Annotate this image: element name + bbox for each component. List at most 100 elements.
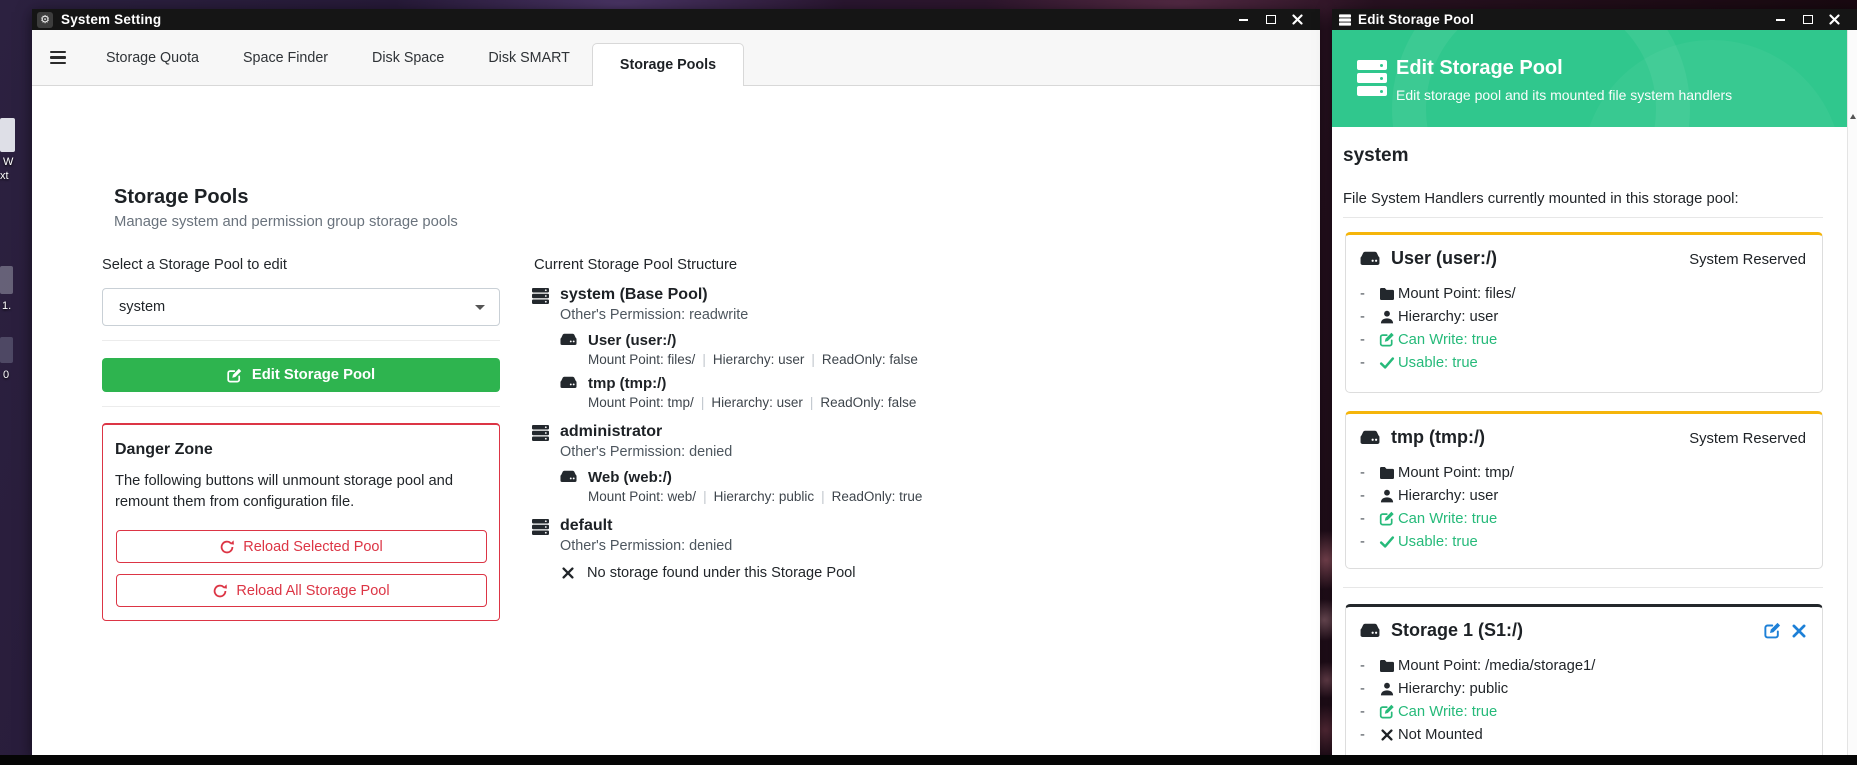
tab-storage-pools[interactable]: Storage Pools xyxy=(592,43,744,86)
taskbar[interactable] xyxy=(0,755,1857,765)
handler-name: tmp (tmp:/) xyxy=(588,375,916,392)
minimize-button[interactable] xyxy=(1767,9,1794,30)
reload-all-storage-pool-button[interactable]: Reload All Storage Pool xyxy=(116,574,487,607)
hdd-icon xyxy=(1360,430,1380,445)
can-write-row: -Can Write: true xyxy=(1360,331,1808,348)
handler-card-title: Storage 1 (S1:/) xyxy=(1391,620,1523,641)
pool-name: system (Base Pool) xyxy=(560,286,748,304)
maximize-icon xyxy=(1803,15,1813,24)
minimize-button[interactable] xyxy=(1230,9,1257,30)
tab-storage-quota[interactable]: Storage Quota xyxy=(84,30,221,85)
pool-item: system (Base Pool) Other's Permission: r… xyxy=(532,286,1152,410)
mount-point-row: -Mount Point: /media/storage1/ xyxy=(1360,657,1808,674)
storage-pools-page: Storage Pools Manage system and permissi… xyxy=(32,86,1320,756)
handler-card-user: User (user:/) System Reserved -Mount Poi… xyxy=(1345,232,1823,393)
reload-selected-pool-button[interactable]: Reload Selected Pool xyxy=(116,530,487,563)
window-controls xyxy=(1230,9,1320,30)
maximize-icon xyxy=(1266,15,1276,24)
system-reserved-badge: System Reserved xyxy=(1689,252,1806,268)
hierarchy-row: -Hierarchy: user xyxy=(1360,308,1808,325)
banner-title: Edit Storage Pool xyxy=(1396,57,1563,80)
mount-point-row: -Mount Point: tmp/ xyxy=(1360,464,1808,481)
pool-name-heading: system xyxy=(1343,145,1409,167)
edit-handler-icon[interactable] xyxy=(1764,622,1781,639)
window-title: System Setting xyxy=(61,12,161,27)
pool-name: default xyxy=(560,517,732,535)
divider xyxy=(1343,217,1823,218)
handler-details: Mount Point: files/|Hierarchy: user|Read… xyxy=(588,352,918,367)
edit-storage-pool-button[interactable]: Edit Storage Pool xyxy=(102,358,500,392)
hierarchy-row: -Hierarchy: public xyxy=(1360,680,1808,697)
handler-item: User (user:/) Mount Point: files/|Hierar… xyxy=(560,332,1152,367)
person-icon xyxy=(1376,310,1398,324)
desktop-icon-label: 1. xyxy=(2,300,11,312)
empty-pool-message: No storage found under this Storage Pool xyxy=(562,565,1152,581)
person-icon xyxy=(1376,489,1398,503)
handler-item: tmp (tmp:/) Mount Point: tmp/|Hierarchy:… xyxy=(560,375,1152,410)
minimize-icon xyxy=(1239,19,1248,21)
close-button[interactable] xyxy=(1821,9,1848,30)
server-icon xyxy=(532,425,549,441)
server-icon xyxy=(1339,14,1351,26)
x-icon xyxy=(562,567,574,579)
check-icon xyxy=(1376,357,1398,369)
edit-icon xyxy=(1376,511,1398,526)
scroll-up-icon xyxy=(1850,114,1856,119)
maximize-button[interactable] xyxy=(1257,9,1284,30)
desktop-icon-fragment[interactable] xyxy=(0,118,15,152)
structure-label: Current Storage Pool Structure xyxy=(534,257,737,273)
danger-zone-description: The following buttons will unmount stora… xyxy=(115,471,459,513)
folder-icon xyxy=(1376,466,1398,479)
close-icon xyxy=(1829,14,1840,25)
pool-permission: Other's Permission: readwrite xyxy=(560,307,748,323)
mount-point-row: -Mount Point: files/ xyxy=(1360,285,1808,302)
banner-subtitle: Edit storage pool and its mounted file s… xyxy=(1396,87,1732,103)
window-controls xyxy=(1767,9,1857,30)
divider xyxy=(1343,587,1823,588)
menu-icon[interactable] xyxy=(32,30,84,85)
check-icon xyxy=(1376,536,1398,548)
edit-icon xyxy=(1376,704,1398,719)
remove-handler-icon[interactable] xyxy=(1792,624,1806,638)
pool-item: default Other's Permission: denied No st… xyxy=(532,517,1152,581)
tab-disk-smart[interactable]: Disk SMART xyxy=(466,30,592,85)
storage-pool-tree: system (Base Pool) Other's Permission: r… xyxy=(532,286,1152,594)
pool-name: administrator xyxy=(560,423,732,441)
handler-details: Mount Point: tmp/|Hierarchy: user|ReadOn… xyxy=(588,395,916,410)
handler-card-title: tmp (tmp:/) xyxy=(1391,427,1485,448)
hierarchy-row: -Hierarchy: user xyxy=(1360,487,1808,504)
handlers-description: File System Handlers currently mounted i… xyxy=(1343,191,1739,207)
hdd-icon xyxy=(1360,623,1380,638)
tab-space-finder[interactable]: Space Finder xyxy=(221,30,350,85)
pool-permission: Other's Permission: denied xyxy=(560,538,732,554)
close-button[interactable] xyxy=(1284,9,1311,30)
tab-disk-space[interactable]: Disk Space xyxy=(350,30,466,85)
scrollbar[interactable] xyxy=(1847,30,1857,756)
refresh-icon xyxy=(213,584,227,598)
titlebar[interactable]: ⚙ System Setting xyxy=(32,9,1320,30)
x-icon xyxy=(1376,729,1398,741)
maximize-button[interactable] xyxy=(1794,9,1821,30)
storage-pool-select[interactable]: system xyxy=(102,288,500,326)
desktop: W xt 1. 0 ⚙ System Setting Storage Quota… xyxy=(0,0,1857,765)
server-icon xyxy=(532,288,549,304)
titlebar[interactable]: Edit Storage Pool xyxy=(1332,9,1857,30)
edit-pool-banner: Edit Storage Pool Edit storage pool and … xyxy=(1332,30,1847,127)
folder-icon xyxy=(1376,659,1398,672)
desktop-icon-fragment[interactable] xyxy=(0,337,13,363)
danger-zone-title: Danger Zone xyxy=(115,441,213,459)
usable-row: -Usable: true xyxy=(1360,354,1808,371)
handler-name: User (user:/) xyxy=(588,332,918,349)
handler-card-tmp: tmp (tmp:/) System Reserved -Mount Point… xyxy=(1345,411,1823,569)
edit-icon xyxy=(1376,332,1398,347)
usable-row: -Usable: true xyxy=(1360,533,1808,550)
handler-card-storage1: Storage 1 (S1:/) -Mount Point: /media/st… xyxy=(1345,604,1823,756)
pool-item: administrator Other's Permission: denied… xyxy=(532,423,1152,504)
can-write-row: -Can Write: true xyxy=(1360,703,1808,720)
pool-permission: Other's Permission: denied xyxy=(560,444,732,460)
desktop-icon-label: xt xyxy=(0,170,9,182)
chevron-down-icon xyxy=(475,305,485,310)
refresh-icon xyxy=(220,540,234,554)
hdd-icon xyxy=(560,470,577,483)
desktop-icon-fragment[interactable] xyxy=(0,266,13,294)
